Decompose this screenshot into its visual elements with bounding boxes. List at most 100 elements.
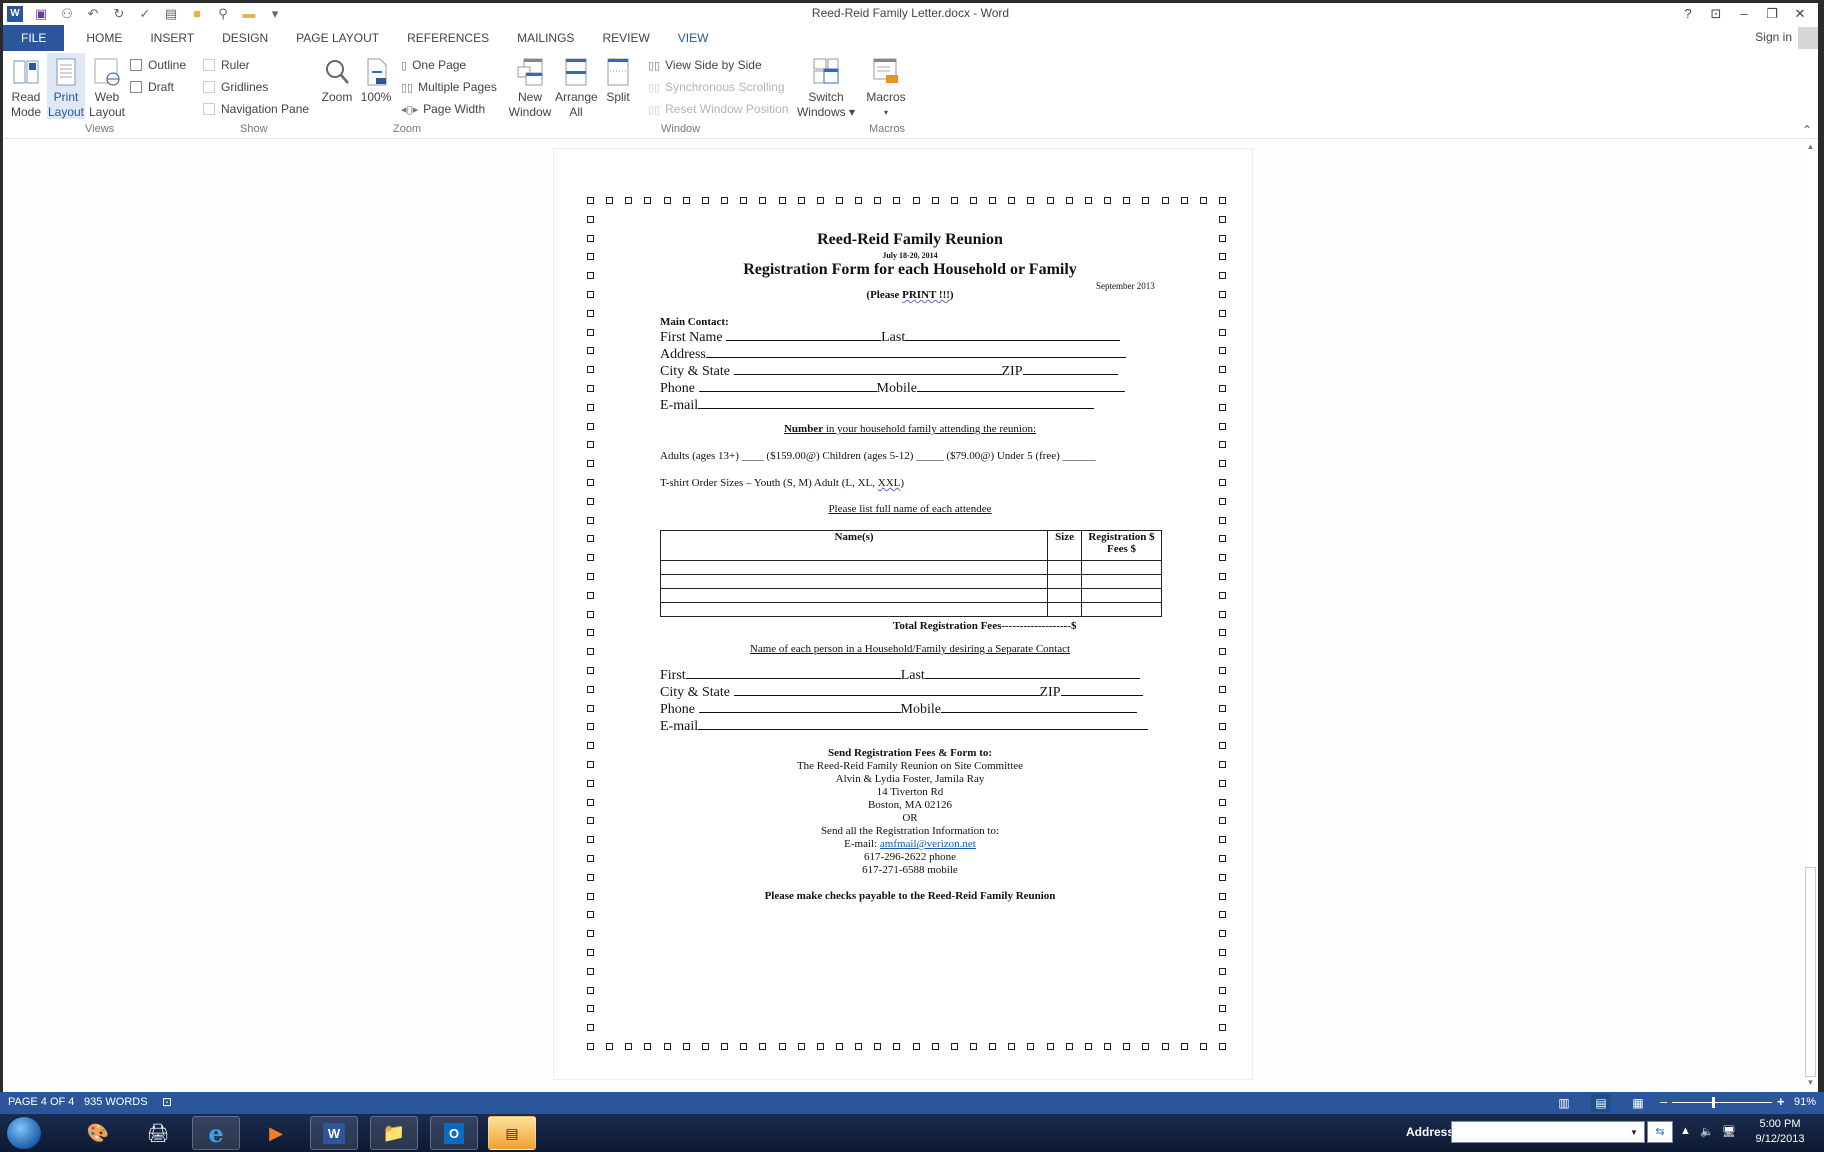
internet-explorer-icon[interactable]: e (192, 1116, 240, 1150)
table-cell[interactable] (1047, 560, 1083, 575)
navigation-pane-checkbox[interactable]: Navigation Pane (203, 100, 309, 118)
address-go-icon[interactable]: ⇆ (1647, 1121, 1673, 1143)
sep-city-state-blank[interactable] (733, 684, 1040, 696)
arrange-all-button[interactable]: Arrange All (555, 53, 598, 119)
ribbon-display-icon[interactable]: ⊡ (1702, 3, 1730, 25)
zip-blank[interactable] (1022, 363, 1118, 375)
zoom-out-button[interactable]: – (1660, 1094, 1667, 1109)
view-side-by-side-button[interactable]: ▯▯ View Side by Side (648, 56, 762, 74)
proofing-icon[interactable]: ⊡ (162, 1095, 172, 1109)
table-cell[interactable] (659, 602, 1049, 617)
print-layout-button[interactable]: Print Layout (47, 53, 85, 119)
table-row[interactable] (659, 602, 1162, 617)
outline-button[interactable]: Outline (130, 56, 186, 74)
email-field[interactable]: E-mail (660, 397, 1095, 414)
zoom-in-button[interactable]: + (1777, 1094, 1785, 1109)
first-name-blank[interactable] (726, 329, 882, 341)
scrollbar-thumb[interactable] (1805, 867, 1816, 1077)
phone-blank[interactable] (698, 380, 877, 392)
sep-mobile-blank[interactable] (940, 701, 1137, 713)
help-icon[interactable]: ? (1674, 3, 1702, 25)
show-hidden-icons-icon[interactable]: ▲ (1680, 1125, 1691, 1137)
city-state-blank[interactable] (733, 363, 1002, 375)
volume-icon[interactable]: 🔈 (1700, 1125, 1714, 1138)
ruler-checkbox[interactable]: Ruler (203, 56, 250, 74)
read-mode-button[interactable]: Read Mode (7, 53, 45, 119)
gridlines-checkbox[interactable]: Gridlines (203, 78, 268, 96)
first-name-field[interactable]: First Name Last (660, 329, 1121, 346)
table-cell[interactable] (1081, 560, 1162, 575)
zoom-slider[interactable] (1672, 1102, 1772, 1103)
close-icon[interactable]: ✕ (1786, 3, 1814, 25)
scroll-down-icon[interactable]: ▼ (1805, 1078, 1816, 1090)
start-button[interactable] (6, 1116, 42, 1150)
document-viewer-icon[interactable]: ▤ (488, 1116, 536, 1150)
tab-file[interactable]: FILE (3, 25, 65, 51)
tab-page-layout[interactable]: PAGE LAYOUT (282, 25, 393, 51)
synchronous-scrolling-button[interactable]: ▯▯ Synchronous Scrolling (648, 78, 785, 96)
word-app-icon[interactable]: W (310, 1116, 358, 1150)
table-cell[interactable] (1081, 574, 1162, 589)
table-row[interactable] (659, 560, 1162, 575)
table-cell[interactable] (1047, 574, 1083, 589)
address-dropdown-icon[interactable]: ▼ (1630, 1128, 1638, 1137)
multiple-pages-button[interactable]: ▯▯ Multiple Pages (401, 78, 497, 96)
zoom-slider-thumb[interactable] (1712, 1097, 1715, 1108)
table-cell[interactable] (1081, 588, 1162, 603)
one-page-button[interactable]: ▯ One Page (401, 56, 466, 74)
paint-app-icon[interactable]: 🎨 (74, 1116, 122, 1150)
web-layout-view-icon[interactable]: ▦ (1628, 1094, 1648, 1112)
table-row[interactable] (659, 588, 1162, 603)
sep-first-blank[interactable] (685, 667, 901, 679)
minimize-icon[interactable]: – (1730, 3, 1758, 25)
draft-button[interactable]: Draft (130, 78, 174, 96)
collapse-ribbon-icon[interactable]: ⌃ (1802, 123, 1812, 137)
avatar[interactable] (1798, 27, 1818, 49)
reset-window-position-button[interactable]: ▯▯ Reset Window Position (648, 100, 789, 118)
tab-references[interactable]: REFERENCES (393, 25, 503, 51)
city-state-field[interactable]: City & State ZIP (660, 363, 1118, 380)
media-player-icon[interactable]: ▶ (252, 1116, 300, 1150)
restore-icon[interactable]: ❐ (1758, 3, 1786, 25)
mobile-blank[interactable] (916, 380, 1125, 392)
sep-last-blank[interactable] (924, 667, 1140, 679)
page-indicator[interactable]: PAGE 4 OF 4 (8, 1096, 74, 1108)
table-cell[interactable] (659, 560, 1049, 575)
sep-phone-blank[interactable] (698, 701, 901, 713)
sign-in-link[interactable]: Sign in (1755, 30, 1792, 44)
address-input[interactable] (1451, 1121, 1645, 1143)
sep-first-field[interactable]: First Last (660, 667, 1140, 684)
address-blank[interactable] (705, 346, 1126, 358)
macros-button[interactable]: Macros ▾ (861, 53, 911, 119)
web-layout-button[interactable]: Web Layout (87, 53, 127, 119)
scanner-app-icon[interactable]: 🖨 (134, 1116, 182, 1150)
sep-city-state-field[interactable]: City & State ZIP (660, 684, 1143, 701)
table-cell[interactable] (659, 588, 1049, 603)
last-name-blank[interactable] (905, 329, 1121, 341)
vertical-scrollbar[interactable]: ▲ ▼ (1803, 140, 1818, 1092)
print-layout-view-icon[interactable]: ▤ (1591, 1094, 1611, 1112)
scroll-up-icon[interactable]: ▲ (1805, 142, 1816, 154)
read-mode-view-icon[interactable]: ▥ (1554, 1094, 1574, 1112)
zoom-button[interactable]: Zoom (319, 53, 355, 119)
sep-zip-blank[interactable] (1060, 684, 1143, 696)
email-blank[interactable] (698, 397, 1095, 409)
system-clock[interactable]: 5:00 PM 9/12/2013 (1742, 1117, 1818, 1147)
table-row[interactable] (659, 574, 1162, 589)
table-cell[interactable] (659, 574, 1049, 589)
table-cell[interactable] (1047, 602, 1083, 617)
outlook-app-icon[interactable]: O (430, 1116, 478, 1150)
file-explorer-icon[interactable]: 📁 (370, 1116, 418, 1150)
zoom-100-button[interactable]: 100% (357, 53, 395, 119)
new-window-button[interactable]: New Window (507, 53, 553, 119)
table-cell[interactable] (1047, 588, 1083, 603)
email-link[interactable]: amfmail@verizon.net (880, 838, 976, 850)
table-cell[interactable] (1081, 602, 1162, 617)
sep-phone-field[interactable]: Phone Mobile (660, 701, 1137, 718)
network-icon[interactable]: 🖥 (1722, 1125, 1736, 1138)
page-width-button[interactable]: ◂▯▸ Page Width (401, 100, 485, 118)
tab-mailings[interactable]: MAILINGS (503, 25, 588, 51)
tab-review[interactable]: REVIEW (588, 25, 663, 51)
tab-insert[interactable]: INSERT (136, 25, 208, 51)
document-page[interactable]: Reed-Reid Family Reunion July 18-20, 201… (553, 148, 1253, 1080)
